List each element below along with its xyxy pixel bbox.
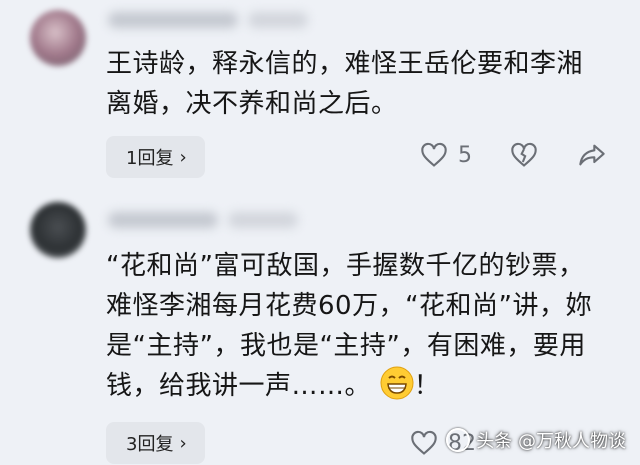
watermark: 头条 @万秋人物谈 bbox=[446, 427, 626, 453]
comment-trailing-text: ！ bbox=[413, 371, 441, 401]
chevron-right-icon: › bbox=[179, 432, 187, 454]
chevron-right-icon: › bbox=[179, 146, 187, 168]
share-button[interactable] bbox=[578, 142, 606, 168]
comment-item: “花和尚”富可敌国，手握数千亿的钞票，难怪李湘每月花费60万，“花和尚”讲，妳是… bbox=[0, 190, 640, 465]
dislike-button[interactable] bbox=[510, 142, 538, 168]
username-blurred bbox=[108, 12, 318, 32]
avatar[interactable] bbox=[30, 10, 86, 66]
reply-label: 3回复 bbox=[126, 434, 174, 455]
share-icon bbox=[579, 144, 605, 166]
comment-item: 王诗龄，释永信的，难怪王岳伦要和李湘离婚，决不养和尚之后。 1回复 › 5 bbox=[0, 0, 640, 190]
comment-text: “花和尚”富可敌国，手握数千亿的钞票，难怪李湘每月花费60万，“花和尚”讲，妳是… bbox=[106, 246, 606, 412]
reply-label: 1回复 bbox=[126, 148, 174, 169]
avatar[interactable] bbox=[30, 202, 86, 258]
reply-button[interactable]: 3回复 › bbox=[106, 422, 205, 464]
comment-text: 王诗龄，释永信的，难怪王岳伦要和李湘离婚，决不养和尚之后。 bbox=[106, 49, 584, 119]
like-button[interactable]: 5 bbox=[420, 142, 472, 168]
grinning-emoji-icon bbox=[380, 366, 414, 412]
watermark-text: 头条 @万秋人物谈 bbox=[476, 431, 626, 452]
like-count: 5 bbox=[458, 142, 472, 168]
reply-button[interactable]: 1回复 › bbox=[106, 136, 205, 178]
heart-icon bbox=[411, 430, 437, 455]
username-blurred bbox=[108, 212, 308, 232]
broken-heart-icon bbox=[511, 142, 537, 167]
toutiao-logo-icon bbox=[446, 428, 471, 452]
comment-text-body: “花和尚”富可敌国，手握数千亿的钞票，难怪李湘每月花费60万，“花和尚”讲，妳是… bbox=[106, 251, 593, 401]
heart-icon bbox=[421, 142, 447, 167]
